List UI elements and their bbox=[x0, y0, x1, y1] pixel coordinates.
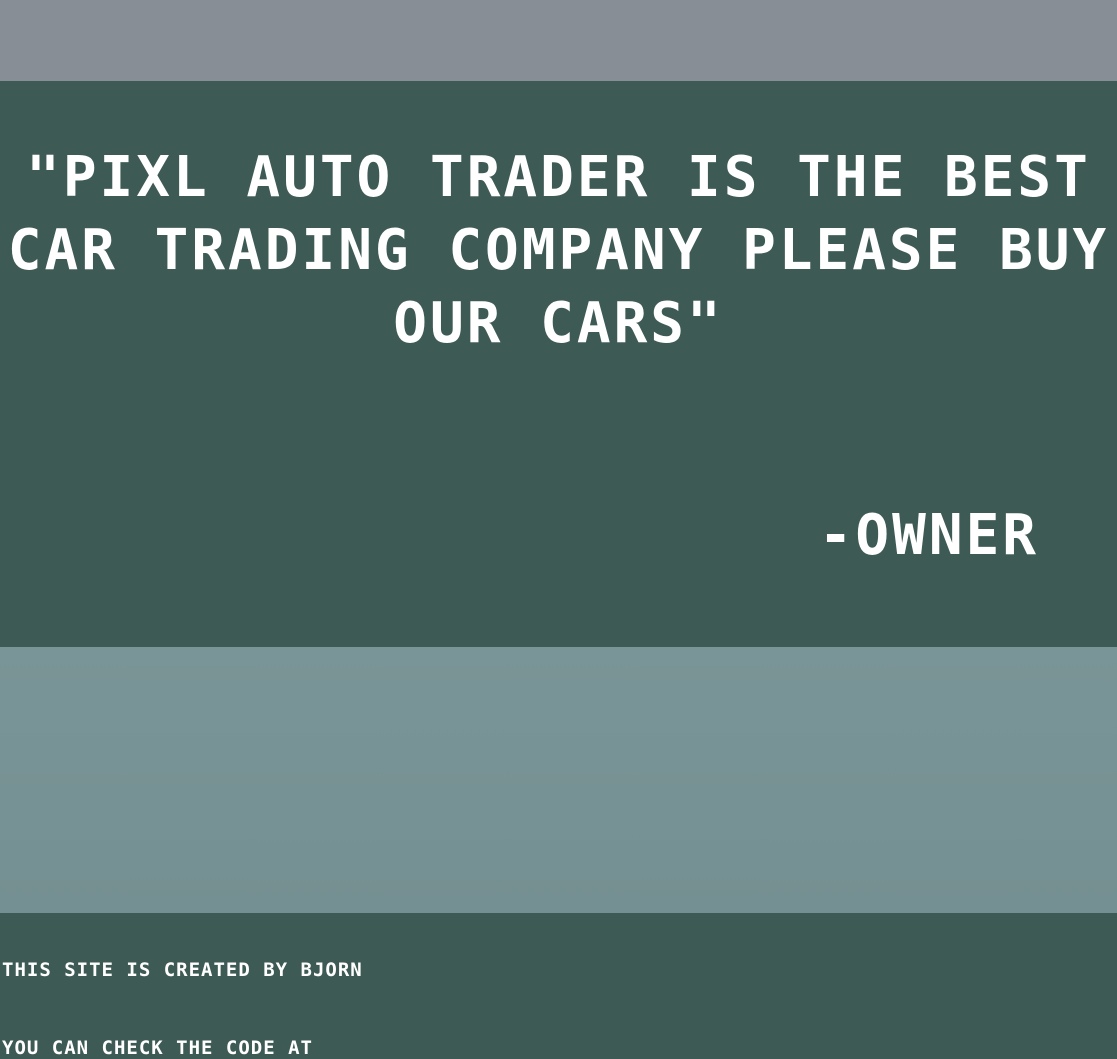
site-footer: THIS SITE IS CREATED BY BJORN YOU CAN CH… bbox=[0, 913, 1117, 1059]
testimonial-section: "PIXL AUTO TRADER IS THE BEST CAR TRADIN… bbox=[0, 81, 1117, 647]
background-image-band bbox=[0, 647, 1117, 913]
footer-code-note: YOU CAN CHECK THE CODE AT bbox=[2, 1037, 313, 1059]
testimonial-author: -OWNER bbox=[818, 503, 1039, 568]
top-banner bbox=[0, 0, 1117, 81]
footer-credit: THIS SITE IS CREATED BY BJORN bbox=[2, 959, 363, 981]
testimonial-quote: "PIXL AUTO TRADER IS THE BEST CAR TRADIN… bbox=[7, 145, 1110, 356]
